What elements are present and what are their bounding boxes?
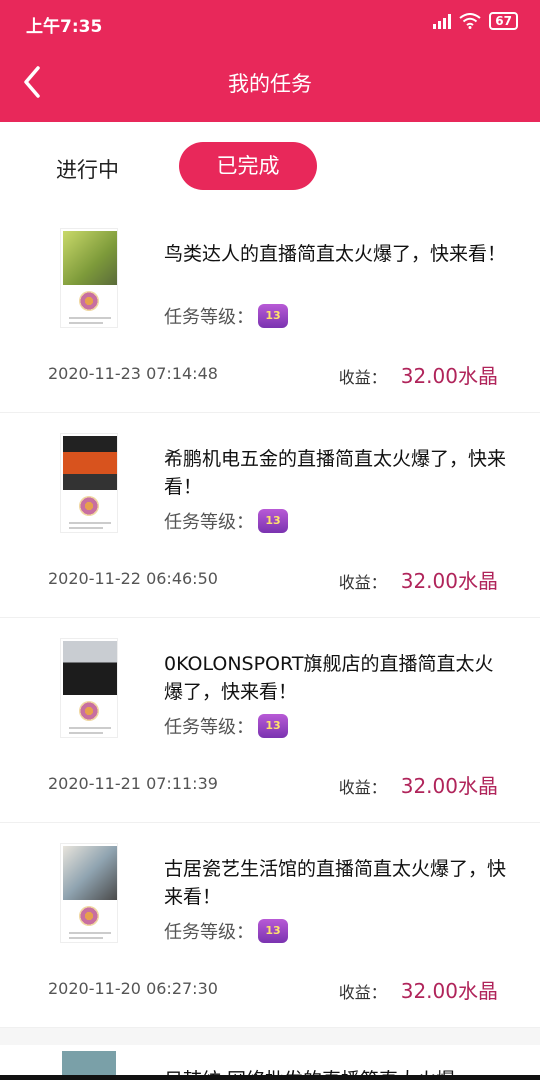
qr-code-icon [79, 496, 99, 516]
caption-line [69, 937, 103, 939]
task-date: 2020-11-23 07:14:48 [48, 364, 218, 383]
task-level-label: 任务等级： [164, 307, 254, 328]
ceramics-photo [63, 846, 117, 900]
task-thumbnail [60, 638, 118, 738]
page-title: 我的任务 [228, 72, 312, 96]
task-level-label: 任务等级： [164, 922, 254, 943]
task-title: 0KOLONSPORT旗舰店的直播简直太火爆了，快来看！ [164, 653, 494, 703]
shop-photo [63, 436, 117, 490]
level-badge-icon: 13 [258, 509, 288, 533]
task-title: 鸟类达人的直播简直太火爆了，快来看！ [164, 243, 507, 265]
task-earnings: 收益： 32.00水晶 [339, 565, 498, 594]
qr-code-icon [79, 906, 99, 926]
earnings-amount: 32.00水晶 [400, 364, 498, 388]
bird-photo [63, 231, 117, 285]
app-header: 上午7:35 67 我的任务 [0, 0, 540, 122]
person-photo [63, 641, 117, 695]
task-card[interactable]: 希鹏机电五金的直播简直太火爆了，快来看！ 任务等级： 13 2020-11-22… [0, 413, 540, 618]
battery-icon: 67 [489, 12, 518, 30]
tab-bar: 进行中 已完成 [0, 122, 540, 208]
caption-line [69, 932, 111, 934]
level-badge-icon: 13 [258, 304, 288, 328]
task-card[interactable]: 古居瓷艺生活馆的直播简直太火爆了，快来看！ 任务等级： 13 2020-11-2… [0, 823, 540, 1028]
caption-line [69, 527, 103, 529]
tab-completed[interactable]: 已完成 [179, 142, 317, 190]
earnings-label: 收益： [338, 368, 387, 387]
task-earnings: 收益： 32.00水晶 [339, 770, 498, 799]
navigation-bar [0, 1075, 540, 1080]
task-thumbnail [60, 433, 118, 533]
earnings-label: 收益： [338, 573, 387, 592]
level-badge-icon: 13 [258, 919, 288, 943]
qr-code-icon [79, 291, 99, 311]
task-earnings: 收益： 32.00水晶 [339, 360, 498, 389]
status-bar: 上午7:35 67 [0, 0, 540, 46]
task-level-label: 任务等级： [164, 512, 254, 533]
earnings-amount: 32.00水晶 [400, 774, 498, 798]
earnings-amount: 32.00水晶 [400, 979, 498, 1003]
task-date: 2020-11-21 07:11:39 [48, 774, 218, 793]
task-level: 任务等级： 13 [164, 508, 288, 534]
tab-in-progress[interactable]: 进行中 [56, 154, 119, 184]
task-date: 2020-11-20 06:27:30 [48, 979, 218, 998]
task-level: 任务等级： 13 [164, 713, 288, 739]
caption-line [69, 317, 111, 319]
status-time: 上午7:35 [26, 17, 103, 37]
task-title: 希鹏机电五金的直播简直太火爆了，快来看！ [164, 448, 507, 498]
task-thumbnail [60, 843, 118, 943]
task-thumbnail [60, 228, 118, 328]
earnings-label: 收益： [338, 983, 387, 1002]
signal-icon [433, 13, 452, 29]
level-badge-icon: 13 [258, 714, 288, 738]
task-title: 古居瓷艺生活馆的直播简直太火爆了，快来看！ [164, 858, 507, 908]
caption-line [69, 727, 111, 729]
status-icons: 67 [433, 12, 518, 30]
task-earnings: 收益： 32.00水晶 [339, 975, 498, 1004]
wifi-icon [459, 13, 481, 29]
task-card[interactable]: 0KOLONSPORT旗舰店的直播简直太火爆了，快来看！ 任务等级： 13 20… [0, 618, 540, 823]
task-list: 鸟类达人的直播简直太火爆了，快来看！ 任务等级： 13 2020-11-23 0… [0, 208, 540, 1028]
task-level: 任务等级： 13 [164, 918, 288, 944]
earnings-label: 收益： [338, 778, 387, 797]
task-level: 任务等级： 13 [164, 303, 288, 329]
task-card[interactable]: 鸟类达人的直播简直太火爆了，快来看！ 任务等级： 13 2020-11-23 0… [0, 208, 540, 413]
caption-line [69, 322, 103, 324]
task-date: 2020-11-22 06:46:50 [48, 569, 218, 588]
caption-line [69, 732, 103, 734]
task-level-label: 任务等级： [164, 717, 254, 738]
caption-line [69, 522, 111, 524]
qr-code-icon [79, 701, 99, 721]
earnings-amount: 32.00水晶 [400, 569, 498, 593]
